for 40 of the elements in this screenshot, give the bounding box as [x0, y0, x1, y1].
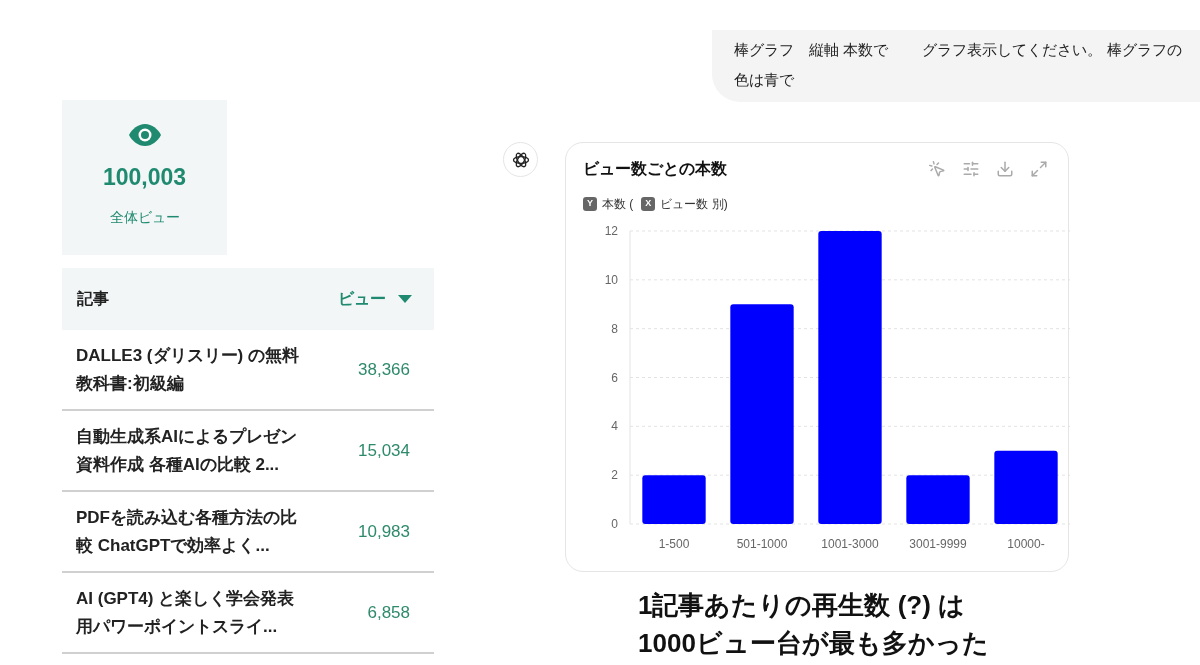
axis-badge: X: [641, 197, 656, 211]
sliders-icon[interactable]: [962, 160, 980, 178]
x-tick-label: 1001-3000: [821, 537, 879, 551]
x-tick-label: 3001-9999: [909, 537, 967, 551]
y-tick-label: 4: [611, 419, 618, 434]
y-tick-label: 12: [604, 224, 618, 238]
bar: [642, 475, 706, 524]
eye-icon: [128, 124, 161, 146]
x-tick-label: 501-1000: [736, 537, 788, 551]
article-title[interactable]: 自動生成系AIによるプレゼン資料作成 各種AIの比較 2...: [76, 422, 308, 479]
total-views: 100,003: [102, 163, 187, 192]
y-tick-label: 6: [611, 370, 618, 385]
x-tick-label: 10000-: [1007, 537, 1045, 551]
total-views-label: 全体ビュー: [109, 207, 180, 227]
view-count: 6,858: [367, 601, 410, 624]
user-message-bubble: 棒グラフ 縦軸 本数で グラフ表示してください。 棒グラフの色は青で: [712, 30, 1200, 102]
y-tick-label: 2: [611, 468, 618, 483]
x-tick-label: 1-500: [658, 537, 690, 551]
y-tick-label: 0: [611, 517, 618, 531]
view-count: 38,366: [358, 358, 410, 381]
axis-badge: Y: [583, 197, 597, 211]
article-title[interactable]: DALLE3 (ダリスリー) の無料教科書:初級編: [76, 341, 308, 398]
column-header[interactable]: 記事: [77, 287, 109, 311]
column-header[interactable]: ビュー: [338, 287, 412, 311]
bar: [906, 475, 970, 524]
legend-label: ビュー数 別): [660, 196, 728, 213]
view-count: 10,983: [358, 520, 410, 543]
caption-text: 1記事あたりの再生数 (?) は: [638, 589, 967, 622]
article-title[interactable]: PDFを読み込む各種方法の比較 ChatGPTで効率よく...: [76, 503, 308, 560]
interactive-pointer-icon[interactable]: [928, 160, 946, 178]
chart-title: ビュー数ごとの本数: [583, 159, 727, 179]
expand-icon[interactable]: [1030, 160, 1048, 178]
y-tick-label: 10: [604, 272, 618, 287]
caption-text: 1000ビュー台が最も多かった: [638, 627, 990, 660]
download-icon[interactable]: [996, 160, 1014, 178]
y-tick-label: 8: [611, 321, 618, 336]
legend-label: 本数 (: [602, 196, 634, 213]
view-count: 15,034: [358, 439, 410, 462]
article-title[interactable]: AI (GPT4) と楽しく学会発表用パワーポイントスライ...: [76, 584, 308, 641]
sort-caret-icon: [398, 295, 412, 303]
